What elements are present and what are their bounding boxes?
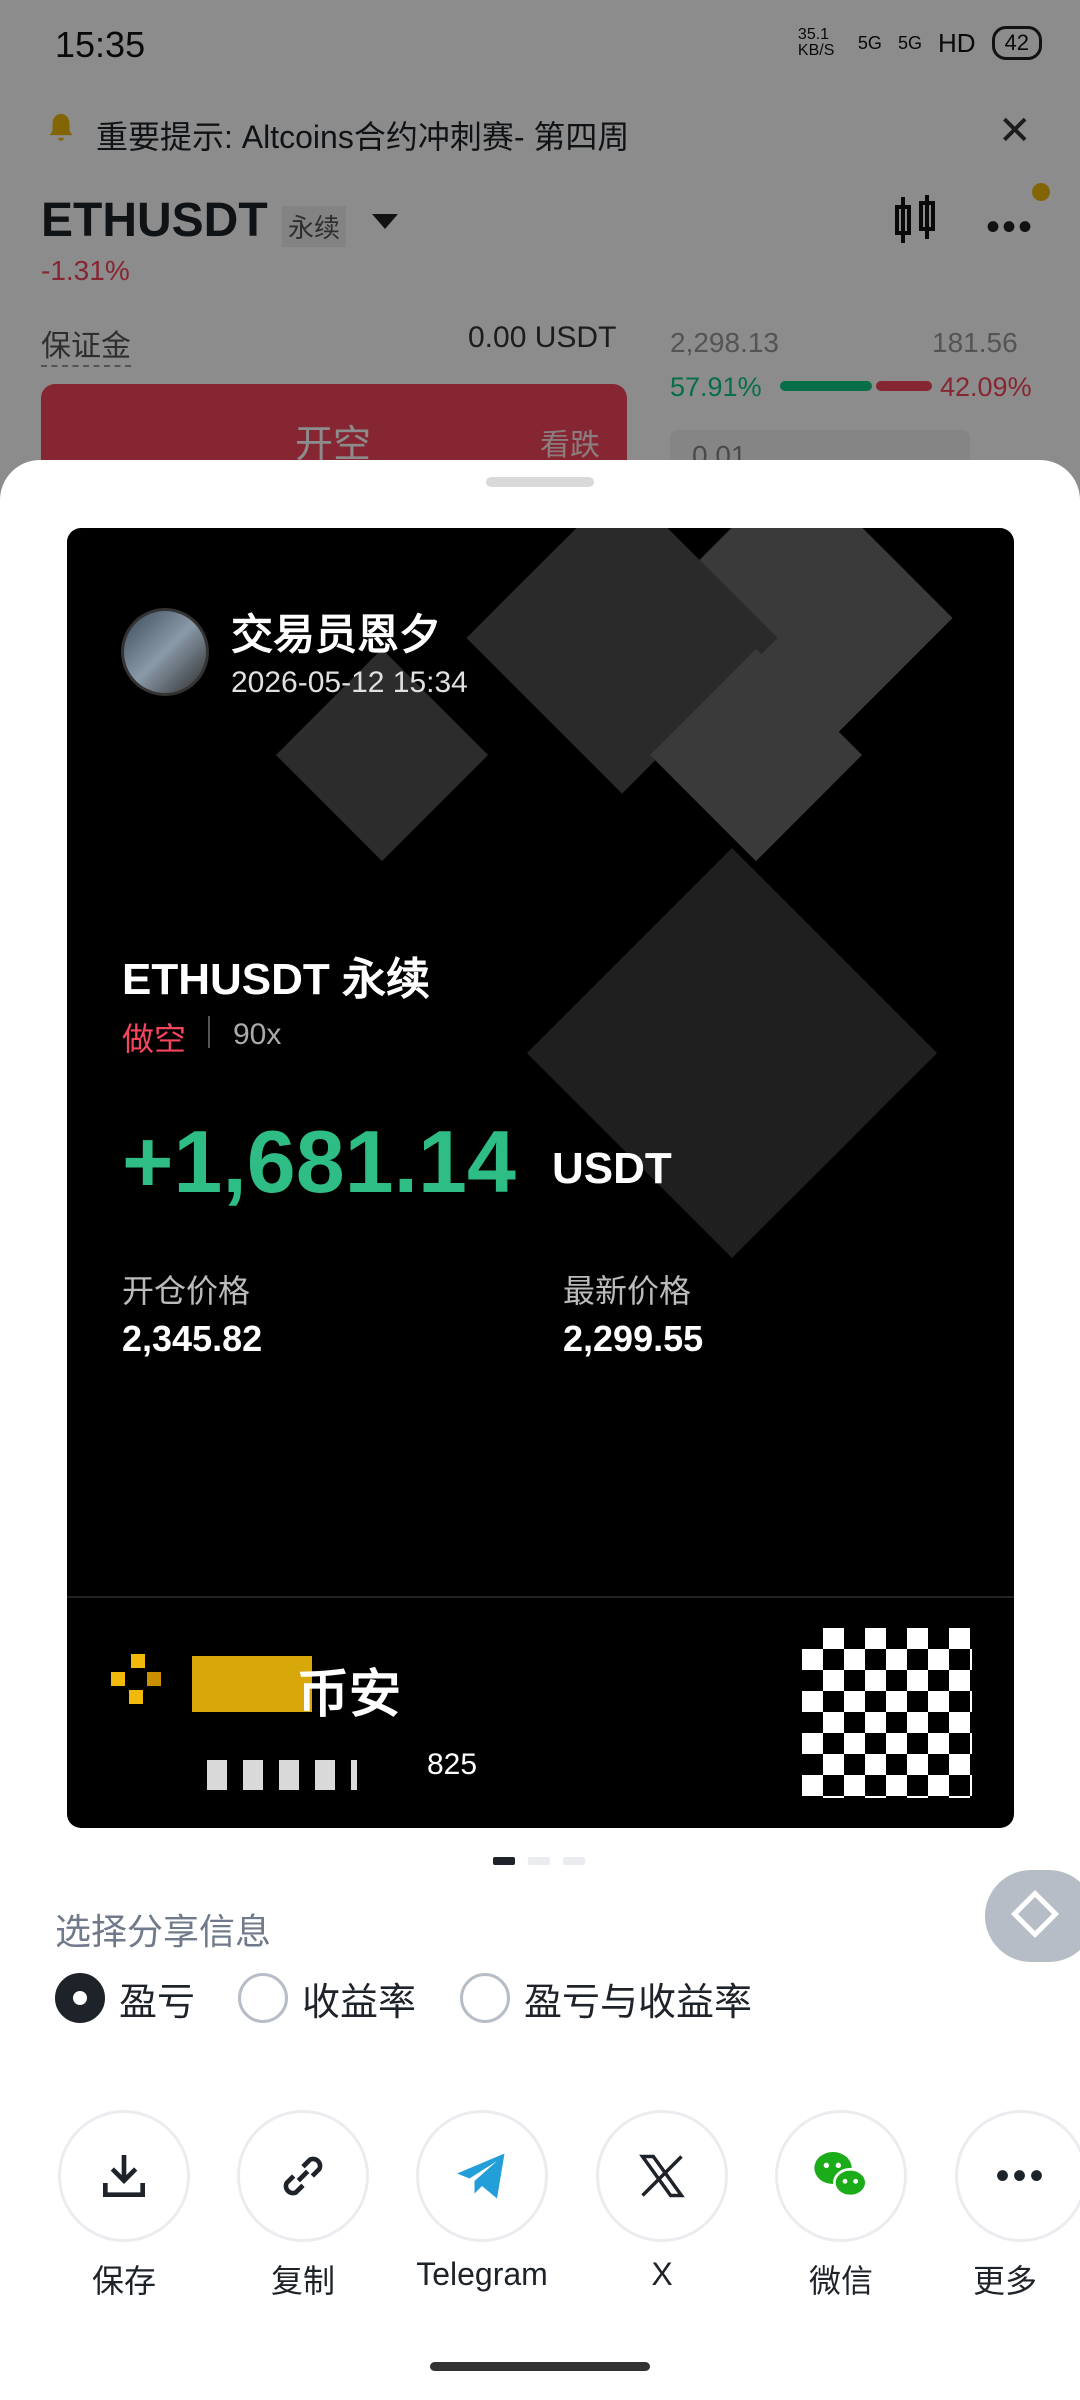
pnl-unit: USDT <box>552 1144 672 1193</box>
pager-dot[interactable] <box>528 1857 550 1865</box>
x-button[interactable] <box>596 2110 728 2242</box>
more-label: 更多 <box>972 2263 1037 2299</box>
link-icon <box>283 2156 323 2196</box>
option-label: 盈亏与收益率 <box>524 1981 753 2024</box>
qr-code <box>802 1628 972 1798</box>
pnl-value: +1,681.14 <box>122 1112 516 1211</box>
option-pnl-and-roe[interactable]: 盈亏与收益率 <box>460 1970 752 2026</box>
sheet-drag-handle[interactable] <box>486 477 594 487</box>
pager-dot[interactable] <box>563 1857 585 1865</box>
last-price-value: 2,299.55 <box>563 1318 704 1359</box>
referral-code-suffix: 825 <box>427 1748 478 1781</box>
card-timestamp: 2026-05-12 15:34 <box>231 666 468 699</box>
x-label: X <box>651 2256 673 2292</box>
referral-code-redacted <box>207 1760 357 1790</box>
radio-icon[interactable] <box>460 1973 510 2023</box>
option-label: 盈亏 <box>119 1981 196 2024</box>
copy-link-button[interactable] <box>237 2110 369 2242</box>
divider <box>208 1016 210 1048</box>
brand-name: 币安 <box>297 1666 402 1724</box>
copy-label: 复制 <box>270 2263 335 2299</box>
last-price-label: 最新价格 <box>563 1273 692 1309</box>
card-pair: ETHUSDT 永续 <box>122 955 430 1004</box>
position-side: 做空 <box>122 1021 187 1057</box>
more-icon: ••• <box>995 2153 1047 2198</box>
radio-selected-icon[interactable] <box>55 1973 105 2023</box>
wechat-label: 微信 <box>808 2263 873 2299</box>
x-logo-icon <box>639 2154 685 2198</box>
home-indicator[interactable] <box>430 2362 650 2371</box>
share-info-title: 选择分享信息 <box>55 1911 272 1952</box>
option-roe[interactable]: 收益率 <box>238 1970 416 2026</box>
entry-price-value: 2,345.82 <box>122 1318 263 1359</box>
telegram-button[interactable] <box>416 2110 548 2242</box>
download-icon <box>103 2155 145 2197</box>
option-label: 收益率 <box>302 1981 417 2024</box>
radio-icon[interactable] <box>238 1973 288 2023</box>
wechat-button[interactable] <box>775 2110 907 2242</box>
brand-name-redacted <box>192 1656 312 1712</box>
telegram-icon <box>457 2153 505 2199</box>
save-button[interactable] <box>58 2110 190 2242</box>
entry-price-label: 开仓价格 <box>122 1273 251 1309</box>
brand-logo-icon <box>111 1654 161 1704</box>
logo-diamond-5 <box>526 847 938 1259</box>
option-pnl[interactable]: 盈亏 <box>55 1970 195 2026</box>
share-card[interactable]: 交易员恩夕 2026-05-12 15:34 ETHUSDT 永续 做空 90x… <box>67 528 1014 1828</box>
pager-dot-active[interactable] <box>493 1857 515 1865</box>
card-divider <box>67 1596 1014 1598</box>
avatar <box>121 608 209 696</box>
trader-name: 交易员恩夕 <box>231 611 442 658</box>
wechat-icon <box>814 2152 868 2198</box>
leverage: 90x <box>233 1018 282 1051</box>
more-share-button[interactable]: ••• <box>955 2110 1080 2242</box>
telegram-label: Telegram <box>416 2256 548 2292</box>
save-label: 保存 <box>91 2263 156 2299</box>
